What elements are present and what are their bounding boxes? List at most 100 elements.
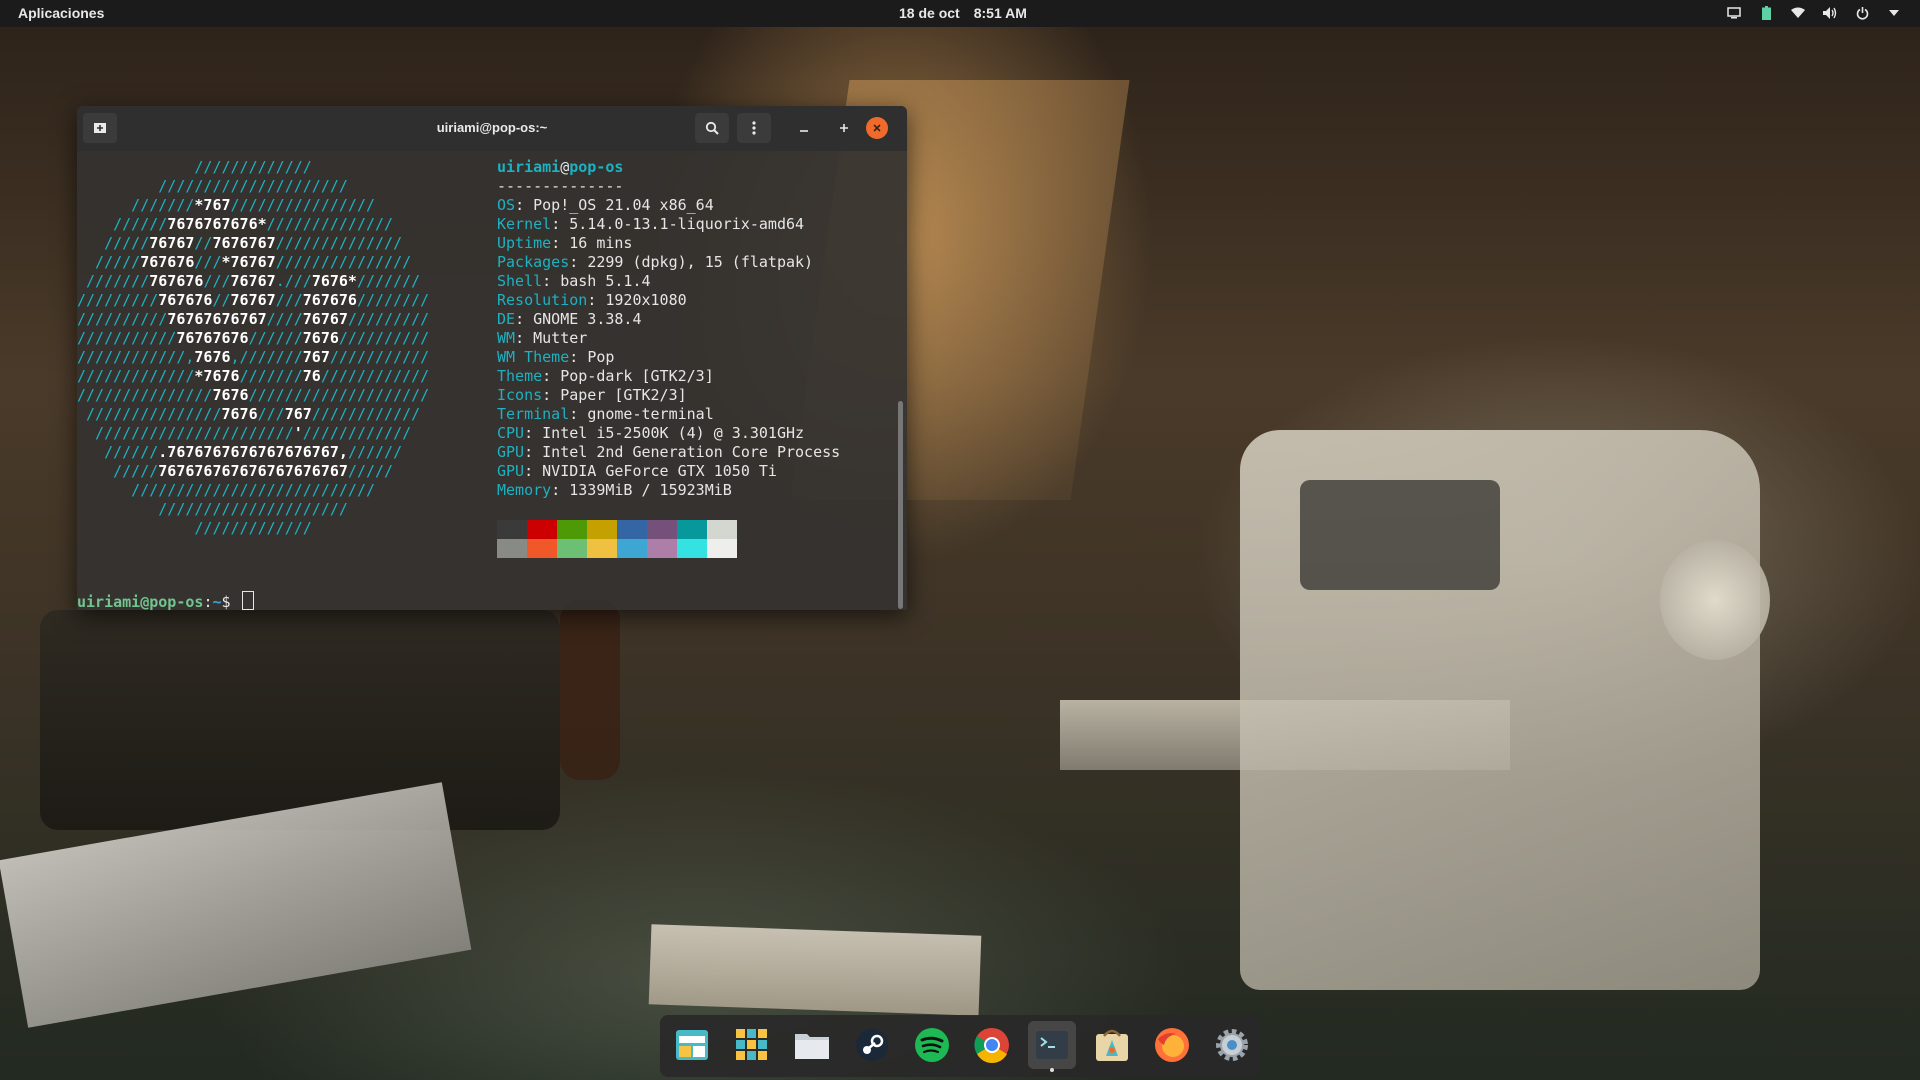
terminal-icon[interactable] (1028, 1021, 1076, 1072)
wallpaper-paper (648, 924, 982, 1016)
settings-icon[interactable] (1208, 1021, 1256, 1069)
search-icon (705, 121, 719, 135)
wifi-icon[interactable] (1790, 5, 1806, 21)
minimize-button[interactable] (787, 113, 821, 143)
info-value: bash 5.1.4 (560, 272, 651, 290)
clock[interactable]: 18 de oct 8:51 AM (899, 5, 1041, 21)
menu-button[interactable] (737, 113, 771, 143)
battery-icon[interactable] (1758, 5, 1774, 21)
palette-swatch-bright (677, 539, 707, 558)
palette-swatch (677, 520, 707, 539)
wallpaper-chair (560, 600, 620, 780)
running-indicator (1050, 1068, 1054, 1072)
info-colon: : (524, 462, 543, 480)
color-palette (497, 520, 737, 558)
info-key: Uptime (497, 234, 552, 252)
info-line: DE: GNOME 3.38.4 (497, 310, 840, 329)
palette-swatch (587, 520, 617, 539)
maximize-button[interactable] (827, 113, 861, 143)
dock (660, 1015, 1260, 1077)
text-cursor (241, 591, 254, 610)
info-user: uiriami (497, 158, 561, 176)
info-value: 16 mins (569, 234, 633, 252)
info-value: Intel i5-2500K (4) @ 3.301GHz (542, 424, 805, 442)
screen-share-icon[interactable] (1726, 5, 1742, 21)
palette-swatch (617, 520, 647, 539)
info-value: 2299 (dpkg), 15 (flatpak) (587, 253, 814, 271)
top-bar: Aplicaciones 18 de oct 8:51 AM (0, 0, 1920, 27)
wallpaper-sewing-panel (1300, 480, 1500, 590)
prompt-user-host: uiriami@pop-os (77, 593, 204, 610)
window-title: uiriami@pop-os:~ (436, 120, 548, 135)
info-colon: : (542, 367, 561, 385)
info-key: Icons (497, 386, 543, 404)
pop-shop-icon[interactable] (1088, 1021, 1136, 1069)
wallpaper-sewing-box (40, 610, 560, 830)
terminal-window[interactable]: uiriami@pop-os:~ ///////////// /////////… (77, 106, 907, 610)
palette-swatch-bright (527, 539, 557, 558)
pop-os-ascii-logo: ///////////// ///////////////////// ////… (77, 158, 430, 537)
info-key: GPU (497, 462, 525, 480)
terminal-titlebar[interactable]: uiriami@pop-os:~ (77, 106, 907, 151)
palette-swatch-bright (647, 539, 677, 558)
info-key: Terminal (497, 405, 570, 423)
info-line: Uptime: 16 mins (497, 234, 840, 253)
info-line: Memory: 1339MiB / 15923MiB (497, 481, 840, 500)
firefox-icon[interactable] (1148, 1021, 1196, 1069)
shell-prompt[interactable]: uiriami@pop-os:~$ (77, 591, 254, 610)
info-line: WM: Mutter (497, 329, 840, 348)
steam-icon[interactable] (848, 1021, 896, 1069)
close-icon (873, 124, 881, 132)
info-colon: : (542, 272, 561, 290)
volume-icon[interactable] (1822, 5, 1838, 21)
new-tab-icon (94, 123, 106, 133)
info-at: @ (560, 158, 570, 176)
workspaces-icon[interactable] (668, 1021, 716, 1069)
info-colon: : (551, 234, 570, 252)
palette-swatch-bright (617, 539, 647, 558)
search-button[interactable] (695, 113, 729, 143)
new-tab-button[interactable] (83, 113, 117, 143)
info-colon: : (569, 253, 588, 271)
info-key: Packages (497, 253, 570, 271)
info-line: GPU: Intel 2nd Generation Core Process (497, 443, 840, 462)
system-tray[interactable] (1726, 5, 1902, 21)
palette-swatch-bright (707, 539, 737, 558)
info-line: Shell: bash 5.1.4 (497, 272, 840, 291)
info-key: Memory (497, 481, 552, 499)
chevron-down-icon[interactable] (1886, 5, 1902, 21)
clock-date: 18 de oct (899, 5, 960, 21)
info-colon: : (515, 310, 534, 328)
info-line: Icons: Paper [GTK2/3] (497, 386, 840, 405)
files-icon[interactable] (788, 1021, 836, 1069)
info-key: WM (497, 329, 516, 347)
power-icon[interactable] (1854, 5, 1870, 21)
terminal-output[interactable]: ///////////// ///////////////////// ////… (77, 151, 897, 610)
chrome-icon[interactable] (968, 1021, 1016, 1069)
prompt-path: ~ (212, 593, 222, 610)
info-colon: : (524, 443, 543, 461)
info-line: WM Theme: Pop (497, 348, 840, 367)
info-value: Pop-dark [GTK2/3] (560, 367, 714, 385)
info-host: pop-os (569, 158, 624, 176)
palette-swatch-bright (497, 539, 527, 558)
applications-menu[interactable]: Aplicaciones (18, 5, 104, 21)
palette-row-normal (497, 520, 737, 539)
terminal-scrollbar[interactable] (898, 151, 904, 610)
info-colon: : (569, 405, 588, 423)
app-grid-icon[interactable] (728, 1021, 776, 1069)
info-colon: : (551, 215, 570, 233)
info-colon: : (524, 424, 543, 442)
info-line: Terminal: gnome-terminal (497, 405, 840, 424)
info-colon: : (515, 329, 534, 347)
close-button[interactable] (866, 117, 888, 139)
scrollbar-thumb[interactable] (898, 401, 903, 609)
info-line: CPU: Intel i5-2500K (4) @ 3.301GHz (497, 424, 840, 443)
info-key: Theme (497, 367, 543, 385)
info-colon: : (569, 348, 588, 366)
info-key: OS (497, 196, 516, 214)
palette-row-bright (497, 539, 737, 558)
info-line: OS: Pop!_OS 21.04 x86_64 (497, 196, 840, 215)
minimize-icon (800, 130, 808, 132)
spotify-icon[interactable] (908, 1021, 956, 1069)
